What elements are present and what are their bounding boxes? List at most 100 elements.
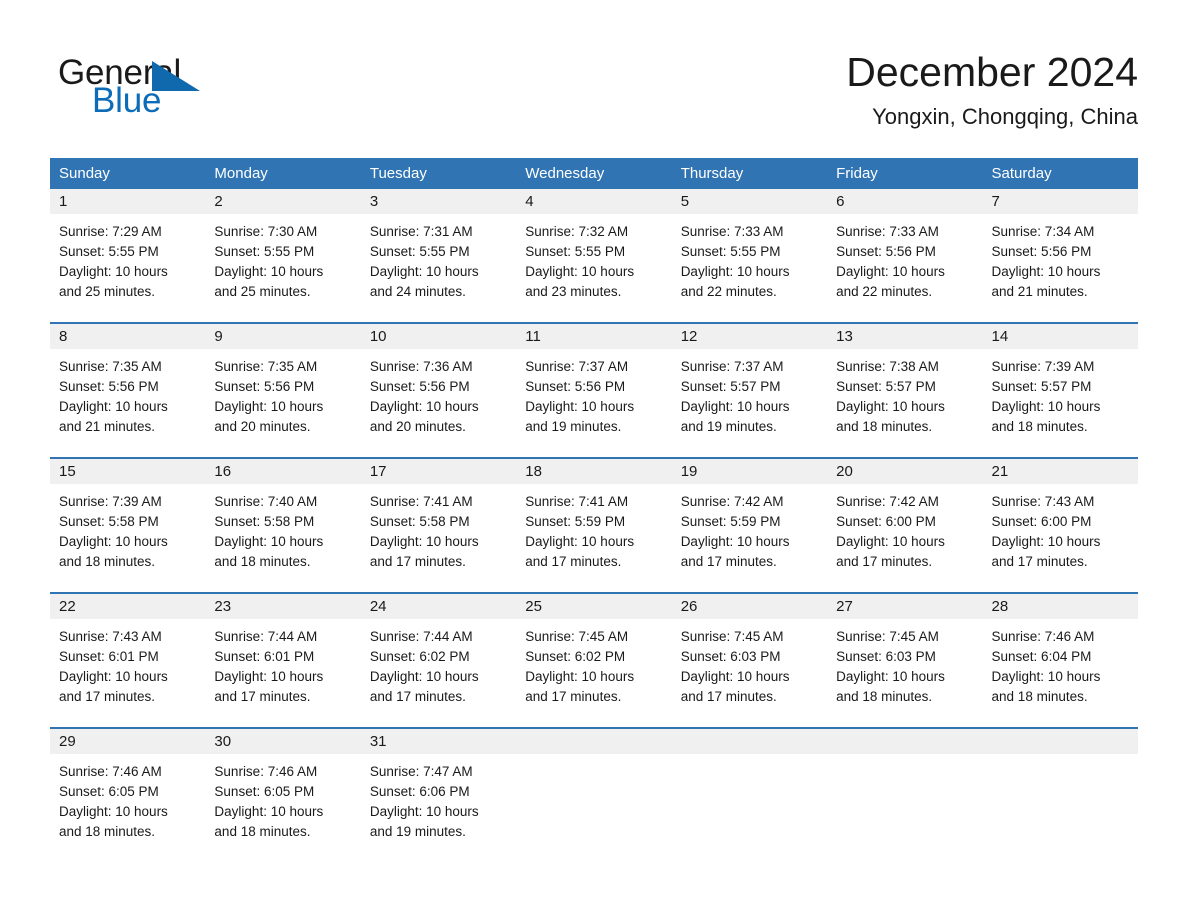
sunrise-text: Sunrise: 7:36 AM bbox=[369, 359, 473, 374]
day-number[interactable]: 24 bbox=[361, 594, 516, 619]
generalblue-logo[interactable]: General Blue bbox=[58, 55, 318, 125]
sunset-text: Sunset: 5:56 PM bbox=[836, 244, 936, 259]
day-number[interactable]: 19 bbox=[672, 459, 827, 484]
daylight-text-line1: Daylight: 10 hours bbox=[59, 669, 168, 684]
day-cell[interactable]: Sunrise: 7:31 AM Sunset: 5:55 PM Dayligh… bbox=[361, 214, 516, 322]
day-cell[interactable]: Sunrise: 7:36 AM Sunset: 5:56 PM Dayligh… bbox=[361, 349, 516, 457]
day-cell[interactable]: Sunrise: 7:41 AM Sunset: 5:59 PM Dayligh… bbox=[516, 484, 671, 592]
day-cell[interactable]: Sunrise: 7:35 AM Sunset: 5:56 PM Dayligh… bbox=[205, 349, 360, 457]
day-cell[interactable]: Sunrise: 7:43 AM Sunset: 6:01 PM Dayligh… bbox=[50, 619, 205, 727]
day-number[interactable]: 28 bbox=[983, 594, 1138, 619]
sunrise-text: Sunrise: 7:46 AM bbox=[991, 629, 1095, 644]
daylight-text-line2: and 18 minutes. bbox=[836, 419, 933, 434]
day-cell[interactable]: Sunrise: 7:38 AM Sunset: 5:57 PM Dayligh… bbox=[827, 349, 982, 457]
daylight-text-line2: and 19 minutes. bbox=[369, 824, 466, 839]
daylight-text-line2: and 25 minutes. bbox=[214, 284, 311, 299]
day-number[interactable]: 5 bbox=[672, 189, 827, 214]
day-number[interactable]: 11 bbox=[516, 324, 671, 349]
sunset-text: Sunset: 6:02 PM bbox=[369, 649, 470, 664]
day-number[interactable]: 10 bbox=[361, 324, 516, 349]
day-number[interactable]: 29 bbox=[50, 729, 205, 754]
day-cell[interactable]: Sunrise: 7:44 AM Sunset: 6:01 PM Dayligh… bbox=[205, 619, 360, 727]
day-number[interactable]: 22 bbox=[50, 594, 205, 619]
day-number[interactable]: 23 bbox=[205, 594, 360, 619]
day-cell[interactable]: Sunrise: 7:35 AM Sunset: 5:56 PM Dayligh… bbox=[50, 349, 205, 457]
daylight-text-line1: Daylight: 10 hours bbox=[836, 264, 945, 279]
sunrise-text: Sunrise: 7:42 AM bbox=[836, 494, 939, 509]
day-cell[interactable]: Sunrise: 7:39 AM Sunset: 5:57 PM Dayligh… bbox=[983, 349, 1138, 457]
day-cell[interactable]: Sunrise: 7:37 AM Sunset: 5:57 PM Dayligh… bbox=[672, 349, 827, 457]
day-number[interactable]: 3 bbox=[361, 189, 516, 214]
day-cell[interactable]: Sunrise: 7:47 AM Sunset: 6:06 PM Dayligh… bbox=[361, 754, 516, 860]
day-number[interactable]: 15 bbox=[50, 459, 205, 484]
weekday-header-sunday: Sunday bbox=[59, 165, 110, 182]
calendar-week-row: 8 9 10 11 12 13 14 Sunrise: 7:35 AM Suns… bbox=[50, 322, 1138, 457]
day-number[interactable]: 31 bbox=[361, 729, 516, 754]
weekday-header-monday: Monday bbox=[214, 165, 268, 182]
daylight-text-line2: and 17 minutes. bbox=[214, 689, 311, 704]
sunset-text: Sunset: 6:01 PM bbox=[214, 649, 315, 664]
day-number[interactable]: 27 bbox=[827, 594, 982, 619]
day-number[interactable]: 21 bbox=[983, 459, 1138, 484]
day-cell-empty bbox=[672, 754, 827, 860]
day-number[interactable]: 20 bbox=[827, 459, 982, 484]
sunset-text: Sunset: 5:58 PM bbox=[369, 514, 470, 529]
day-number[interactable]: 25 bbox=[516, 594, 671, 619]
day-cell[interactable]: Sunrise: 7:42 AM Sunset: 5:59 PM Dayligh… bbox=[672, 484, 827, 592]
day-number[interactable]: 18 bbox=[516, 459, 671, 484]
day-cell[interactable]: Sunrise: 7:33 AM Sunset: 5:56 PM Dayligh… bbox=[827, 214, 982, 322]
day-cell[interactable]: Sunrise: 7:29 AM Sunset: 5:55 PM Dayligh… bbox=[50, 214, 205, 322]
daylight-text-line2: and 18 minutes. bbox=[214, 824, 311, 839]
day-number[interactable]: 7 bbox=[983, 189, 1138, 214]
day-number[interactable]: 4 bbox=[516, 189, 671, 214]
page-title: December 2024 bbox=[846, 49, 1138, 95]
daylight-text-line1: Daylight: 10 hours bbox=[525, 534, 635, 549]
day-cell[interactable]: Sunrise: 7:46 AM Sunset: 6:04 PM Dayligh… bbox=[983, 619, 1138, 727]
day-cell[interactable]: Sunrise: 7:45 AM Sunset: 6:03 PM Dayligh… bbox=[827, 619, 982, 727]
daylight-text-line1: Daylight: 10 hours bbox=[680, 264, 790, 279]
day-cell[interactable]: Sunrise: 7:46 AM Sunset: 6:05 PM Dayligh… bbox=[205, 754, 360, 860]
day-cell[interactable]: Sunrise: 7:44 AM Sunset: 6:02 PM Dayligh… bbox=[361, 619, 516, 727]
calendar-week-row: 22 23 24 25 26 27 28 Sunrise: 7:43 AM Su… bbox=[50, 592, 1138, 727]
day-cell[interactable]: Sunrise: 7:43 AM Sunset: 6:00 PM Dayligh… bbox=[983, 484, 1138, 592]
sunrise-text: Sunrise: 7:45 AM bbox=[680, 629, 784, 644]
day-number[interactable]: 26 bbox=[672, 594, 827, 619]
day-number[interactable]: 13 bbox=[827, 324, 982, 349]
daylight-text-line1: Daylight: 10 hours bbox=[214, 804, 324, 819]
daylight-text-line2: and 25 minutes. bbox=[59, 284, 156, 299]
day-number[interactable]: 14 bbox=[983, 324, 1138, 349]
day-number[interactable]: 8 bbox=[50, 324, 205, 349]
day-number[interactable]: 2 bbox=[205, 189, 360, 214]
daylight-text-line2: and 17 minutes. bbox=[680, 689, 777, 704]
daylight-text-line2: and 17 minutes. bbox=[836, 554, 933, 569]
day-number[interactable]: 1 bbox=[50, 189, 205, 214]
day-cell[interactable]: Sunrise: 7:45 AM Sunset: 6:02 PM Dayligh… bbox=[516, 619, 671, 727]
daylight-text-line1: Daylight: 10 hours bbox=[836, 399, 945, 414]
day-cell[interactable]: Sunrise: 7:37 AM Sunset: 5:56 PM Dayligh… bbox=[516, 349, 671, 457]
day-number[interactable]: 17 bbox=[361, 459, 516, 484]
calendar-page: General Blue December 2024 Yongxin, Chon… bbox=[0, 0, 1188, 918]
daylight-text-line2: and 19 minutes. bbox=[680, 419, 777, 434]
daylight-text-line2: and 17 minutes. bbox=[680, 554, 777, 569]
day-number[interactable]: 9 bbox=[205, 324, 360, 349]
day-cell[interactable]: Sunrise: 7:34 AM Sunset: 5:56 PM Dayligh… bbox=[983, 214, 1138, 322]
day-cell[interactable]: Sunrise: 7:30 AM Sunset: 5:55 PM Dayligh… bbox=[205, 214, 360, 322]
day-number[interactable]: 12 bbox=[672, 324, 827, 349]
weekday-header-row: Sunday Monday Tuesday Wednesday Thursday… bbox=[50, 158, 1138, 189]
day-detail-band: Sunrise: 7:39 AM Sunset: 5:58 PM Dayligh… bbox=[50, 484, 1138, 592]
day-number[interactable]: 30 bbox=[205, 729, 360, 754]
day-cell[interactable]: Sunrise: 7:41 AM Sunset: 5:58 PM Dayligh… bbox=[361, 484, 516, 592]
day-cell[interactable]: Sunrise: 7:32 AM Sunset: 5:55 PM Dayligh… bbox=[516, 214, 671, 322]
day-cell[interactable]: Sunrise: 7:42 AM Sunset: 6:00 PM Dayligh… bbox=[827, 484, 982, 592]
day-number[interactable]: 6 bbox=[827, 189, 982, 214]
day-cell[interactable]: Sunrise: 7:40 AM Sunset: 5:58 PM Dayligh… bbox=[205, 484, 360, 592]
daylight-text-line2: and 19 minutes. bbox=[525, 419, 622, 434]
day-cell[interactable]: Sunrise: 7:33 AM Sunset: 5:55 PM Dayligh… bbox=[672, 214, 827, 322]
weekday-header-thursday: Thursday bbox=[680, 165, 744, 182]
daylight-text-line2: and 18 minutes. bbox=[991, 419, 1088, 434]
day-number[interactable]: 16 bbox=[205, 459, 360, 484]
day-cell[interactable]: Sunrise: 7:46 AM Sunset: 6:05 PM Dayligh… bbox=[50, 754, 205, 860]
day-cell[interactable]: Sunrise: 7:39 AM Sunset: 5:58 PM Dayligh… bbox=[50, 484, 205, 592]
sunset-text: Sunset: 5:57 PM bbox=[680, 379, 781, 394]
day-cell[interactable]: Sunrise: 7:45 AM Sunset: 6:03 PM Dayligh… bbox=[672, 619, 827, 727]
